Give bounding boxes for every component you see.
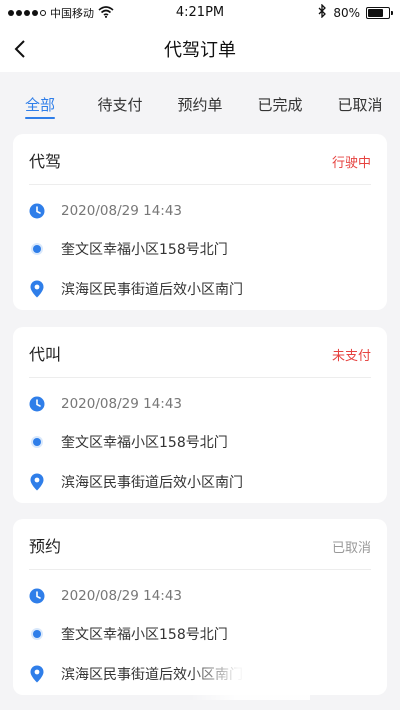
order-destination: 滨海区民事街道后效小区南门 — [61, 282, 243, 298]
tab-pending-payment[interactable]: 待支付 — [80, 72, 160, 124]
order-time-row: 2020/08/29 14:43 — [29, 200, 371, 222]
order-origin-row: 奎文区幸福小区158号北门 — [29, 431, 371, 453]
tab-label: 全部 — [24, 96, 55, 114]
location-pin-icon — [29, 665, 45, 683]
order-destination-row: 滨海区民事街道后效小区南门 — [29, 278, 371, 300]
order-time-row: 2020/08/29 14:43 — [29, 393, 371, 415]
order-origin: 奎文区幸福小区158号北门 — [61, 242, 228, 258]
tab-completed[interactable]: 已完成 — [240, 72, 320, 124]
active-tab-indicator — [25, 117, 55, 119]
order-card-header: 代叫 未支付 — [29, 327, 371, 378]
tab-label: 待支付 — [97, 96, 143, 114]
order-time-row: 2020/08/29 14:43 — [29, 585, 371, 607]
location-pin-icon — [29, 280, 45, 298]
tab-all[interactable]: 全部 — [0, 72, 80, 124]
order-time: 2020/08/29 14:43 — [61, 203, 183, 219]
tab-reservation[interactable]: 预约单 — [160, 72, 240, 124]
page-title: 代驾订单 — [164, 40, 236, 61]
clock-icon — [29, 396, 45, 412]
order-status: 行驶中 — [331, 156, 371, 171]
bluetooth-icon — [318, 3, 327, 21]
order-type: 预约 — [29, 537, 62, 556]
tab-label: 已取消 — [337, 96, 383, 114]
order-card-header: 预约 已取消 — [29, 519, 371, 570]
tab-cancelled[interactable]: 已取消 — [320, 72, 400, 124]
order-destination: 滨海区民事街道后效小区南门 — [61, 475, 243, 491]
clock-icon — [29, 588, 45, 604]
order-time: 2020/08/29 14:43 — [61, 588, 183, 604]
battery-percent: 80% — [333, 5, 360, 20]
origin-dot-icon — [29, 434, 45, 450]
tab-label: 预约单 — [177, 96, 223, 114]
battery-icon — [366, 6, 393, 19]
status-bar: 中国移动 4:21PM 80% — [0, 0, 400, 26]
tab-bar: 全部 待支付 预约单 已完成 已取消 — [0, 72, 400, 124]
order-destination-row: 滨海区民事街道后效小区南门 — [29, 471, 371, 493]
clock-icon — [29, 203, 45, 219]
order-origin: 奎文区幸福小区158号北门 — [61, 435, 228, 451]
order-card[interactable]: 代驾 行驶中 2020/08/29 14:43 奎文区幸福小区158号北门 滨海… — [13, 134, 387, 310]
status-right: 80% — [318, 3, 393, 21]
order-type: 代驾 — [29, 152, 62, 171]
order-card[interactable]: 代叫 未支付 2020/08/29 14:43 奎文区幸福小区158号北门 滨海… — [13, 327, 387, 503]
location-pin-icon — [29, 473, 45, 491]
order-type: 代叫 — [29, 345, 62, 364]
nav-bar: 代驾订单 — [0, 26, 400, 72]
origin-dot-icon — [29, 626, 45, 642]
order-origin-row: 奎文区幸福小区158号北门 — [29, 238, 371, 260]
tab-label: 已完成 — [257, 96, 303, 114]
order-card-header: 代驾 行驶中 — [29, 134, 371, 185]
order-status: 未支付 — [331, 349, 371, 364]
order-status: 已取消 — [331, 541, 371, 556]
origin-dot-icon — [29, 241, 45, 257]
order-time: 2020/08/29 14:43 — [61, 396, 183, 412]
bottom-fade-overlay — [190, 640, 310, 700]
